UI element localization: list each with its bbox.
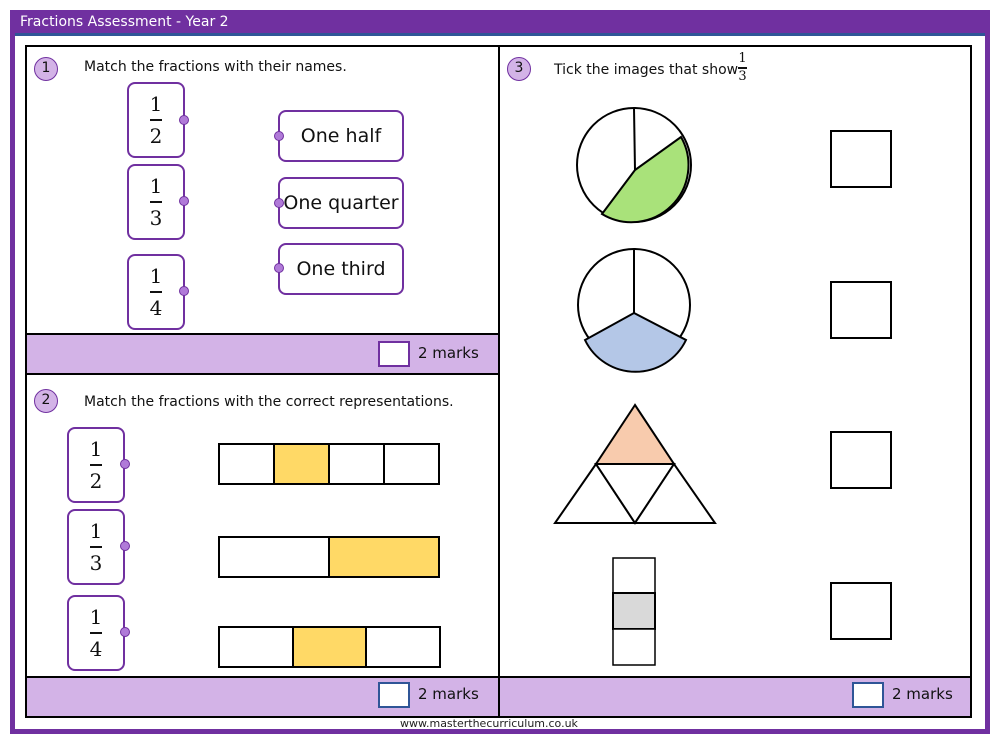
q1-marks-input[interactable] <box>378 341 410 367</box>
q1-marks-label: 2 marks <box>418 344 479 362</box>
question-1-panel <box>25 45 500 335</box>
q1-name-dot-one-half[interactable] <box>274 131 284 141</box>
q1-fraction-card-third[interactable]: 13 <box>127 164 185 240</box>
footer-url: www.masterthecurriculum.co.uk <box>400 717 578 730</box>
q2-marks-input[interactable] <box>378 682 410 708</box>
q3-marks-input[interactable] <box>852 682 884 708</box>
question-2-number: 2 <box>34 389 58 413</box>
q2-fraction-card-half[interactable]: 12 <box>67 427 125 503</box>
fraction-denominator: 3 <box>149 206 163 230</box>
q2-marks-label: 2 marks <box>418 685 479 703</box>
q2-connector-dot-half[interactable] <box>120 459 130 469</box>
bar-segment <box>220 445 275 483</box>
fraction-denominator: 3 <box>738 68 747 84</box>
q3-marks-label: 2 marks <box>892 685 953 703</box>
q1-name-dot-one-third[interactable] <box>274 263 284 273</box>
fraction-denominator: 4 <box>89 637 103 661</box>
q2-bar-model-quarters[interactable] <box>218 443 440 485</box>
bar-segment-shaded <box>275 445 330 483</box>
fraction-numerator: 1 <box>89 437 103 461</box>
fraction-denominator: 2 <box>89 469 103 493</box>
bar-segment <box>220 628 294 666</box>
fraction-numerator: 1 <box>149 264 163 288</box>
q2-bar-model-thirds[interactable] <box>218 626 441 668</box>
q1-fraction-card-half[interactable]: 12 <box>127 82 185 158</box>
fraction-numerator: 1 <box>738 51 747 66</box>
bar-segment <box>330 445 385 483</box>
q3-tick-box-2[interactable] <box>830 281 892 339</box>
q1-name-card-one-third[interactable]: One third <box>278 243 404 295</box>
bar-segment <box>220 538 330 576</box>
fraction-numerator: 1 <box>149 92 163 116</box>
bar-segment <box>367 628 439 666</box>
question-3-prompt: Tick the images that show <box>554 62 739 78</box>
question-3-prompt-fraction: 13 <box>738 52 747 84</box>
q1-connector-dot-half[interactable] <box>179 115 189 125</box>
fraction-denominator: 2 <box>149 124 163 148</box>
q1-connector-dot-quarter[interactable] <box>179 286 189 296</box>
q2-connector-dot-third[interactable] <box>120 541 130 551</box>
q1-connector-dot-third[interactable] <box>179 196 189 206</box>
q2-fraction-card-third[interactable]: 13 <box>67 509 125 585</box>
bar-segment-shaded <box>330 538 438 576</box>
question-1-number: 1 <box>34 57 58 81</box>
question-3-number: 3 <box>507 57 531 81</box>
question-3-panel <box>498 45 972 678</box>
q2-fraction-card-quarter[interactable]: 14 <box>67 595 125 671</box>
fraction-denominator: 4 <box>149 296 163 320</box>
q1-name-dot-one-quarter[interactable] <box>274 198 284 208</box>
question-2-prompt: Match the fractions with the correct rep… <box>84 394 454 410</box>
q1-fraction-card-quarter[interactable]: 14 <box>127 254 185 330</box>
fraction-numerator: 1 <box>89 605 103 629</box>
q2-bar-model-halves[interactable] <box>218 536 440 578</box>
question-1-prompt: Match the fractions with their names. <box>84 59 347 75</box>
fraction-numerator: 1 <box>89 519 103 543</box>
q1-name-card-one-half[interactable]: One half <box>278 110 404 162</box>
q1-name-card-one-quarter[interactable]: One quarter <box>278 177 404 229</box>
bar-segment-shaded <box>293 628 368 666</box>
q2-connector-dot-quarter[interactable] <box>120 627 130 637</box>
bar-segment <box>385 445 438 483</box>
fraction-numerator: 1 <box>149 174 163 198</box>
q3-tick-box-1[interactable] <box>830 130 892 188</box>
q3-tick-box-4[interactable] <box>830 582 892 640</box>
fraction-denominator: 3 <box>89 551 103 575</box>
q3-tick-box-3[interactable] <box>830 431 892 489</box>
